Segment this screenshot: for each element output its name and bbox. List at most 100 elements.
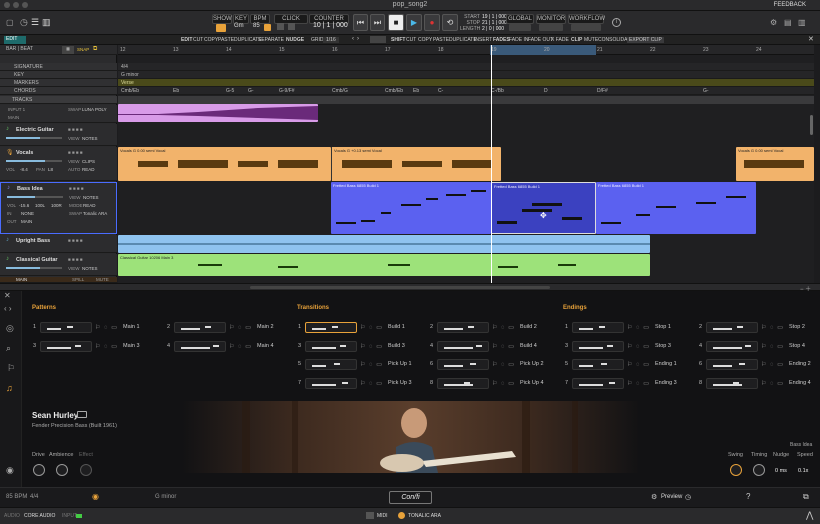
show-toggle[interactable]: [216, 24, 226, 32]
auto-value[interactable]: READ: [82, 167, 95, 172]
timeline-ruler[interactable]: 12 13 14 15 16 17 18 19 20 21 22 23 24: [118, 45, 814, 55]
ambience-knob[interactable]: [56, 464, 68, 476]
item-action-icons[interactable]: ⚐ ◌ ▭: [761, 343, 784, 350]
effect-knob[interactable]: [80, 464, 92, 476]
endings-item-8[interactable]: 8 ⚐ ◌ ▭ Ending 4: [699, 378, 819, 389]
volume-slider[interactable]: [6, 160, 62, 162]
pattern-preview[interactable]: [174, 341, 226, 352]
swap-value[interactable]: LUNA POLY: [82, 107, 107, 112]
pattern-preview[interactable]: [572, 359, 624, 370]
chord[interactable]: Cmb/Eb: [121, 88, 139, 94]
preview-gear-icon[interactable]: ⚙: [651, 493, 657, 501]
grid-select[interactable]: 1/16: [323, 37, 339, 43]
vol-value[interactable]: -8.4: [20, 167, 28, 172]
shift-left-button[interactable]: [370, 36, 386, 43]
item-action-icons[interactable]: ⚐ ◌ ▭: [492, 380, 515, 387]
pattern-preview[interactable]: [40, 322, 92, 333]
signature-lane[interactable]: 4/4: [118, 63, 814, 71]
item-action-icons[interactable]: ⚐ ◌ ▭: [627, 361, 650, 368]
chord[interactable]: Eb: [413, 88, 419, 94]
pattern-preview[interactable]: [706, 359, 758, 370]
chord[interactable]: C-: [438, 88, 443, 94]
item-action-icons[interactable]: ⚐ ◌ ▭: [360, 361, 383, 368]
copy-button[interactable]: COPY: [204, 37, 218, 43]
preview-play-icon[interactable]: ◷: [685, 493, 691, 501]
track-name[interactable]: Bass Idea: [17, 186, 43, 192]
main-name[interactable]: MAIN: [16, 277, 27, 282]
pattern-preview[interactable]: [174, 322, 226, 333]
chords-lane[interactable]: Cmb/Eb Eb G-5 G- G-9/F# Cmb/G Cmb/Eb Eb …: [118, 87, 814, 95]
audio-device[interactable]: CORE AUDIO: [24, 513, 55, 519]
item-action-icons[interactable]: ⚐ ◌ ▭: [360, 380, 383, 387]
profile-icon[interactable]: ◉: [6, 465, 14, 476]
track-buttons[interactable]: ■ ■ ■ ■: [68, 127, 83, 132]
concert-logo[interactable]: Con/fi: [389, 491, 432, 504]
item-action-icons[interactable]: ⚐ ◌ ▭: [492, 361, 515, 368]
chord[interactable]: G-5: [226, 88, 234, 94]
panel-left-icon[interactable]: ▤: [784, 18, 792, 27]
chord[interactable]: Eb: [173, 88, 179, 94]
item-action-icons[interactable]: ⚐ ◌ ▭: [229, 343, 252, 350]
pan-value[interactable]: L8: [48, 167, 53, 172]
item-action-icons[interactable]: ⚐ ◌ ▭: [627, 324, 650, 331]
pattern-preview[interactable]: [572, 322, 624, 333]
bookmark-icon[interactable]: ⚐: [7, 363, 15, 374]
vocal-clip-1[interactable]: Vocals G 0.00 semi Vocal: [118, 147, 331, 181]
insert-button[interactable]: INSERT: [474, 37, 492, 43]
transitions-item-1[interactable]: 1 ⚐ ◌ ▭ Build 1: [298, 322, 418, 333]
info-icon[interactable]: i: [612, 18, 621, 27]
synth-clip[interactable]: [118, 104, 318, 122]
endings-item-5[interactable]: 5 ⚐ ◌ ▭ Ending 1: [565, 359, 685, 370]
fade-in-button[interactable]: FADE IN: [509, 37, 528, 43]
view-value[interactable]: CLIPS: [82, 159, 95, 164]
timing-knob[interactable]: [753, 464, 765, 476]
endings-item-6[interactable]: 6 ⚐ ◌ ▭ Ending 2: [699, 359, 819, 370]
pattern-preview[interactable]: [572, 341, 624, 352]
swing-knob[interactable]: [730, 464, 742, 476]
settings-icon[interactable]: ⚙: [770, 18, 777, 27]
patterns-item-4[interactable]: 4 ⚐ ◌ ▭ Main 4: [167, 341, 287, 352]
chord[interactable]: C-/Bb: [491, 88, 504, 94]
forward-button[interactable]: ⏭: [370, 14, 385, 31]
item-action-icons[interactable]: ⚐ ◌ ▭: [492, 324, 515, 331]
bass-clip-2-selected[interactable]: Fretted Bass 6855 Build 1 ✥: [491, 182, 596, 234]
track-header-upright-bass[interactable]: ♪ Upright Bass ■ ■ ■ ■: [0, 235, 117, 253]
view-value[interactable]: NOTES: [82, 266, 98, 271]
spill-button[interactable]: SPILL: [72, 277, 84, 282]
transitions-item-2[interactable]: 2 ⚐ ◌ ▭ Build 2: [430, 322, 550, 333]
drive-knob[interactable]: [33, 464, 45, 476]
pattern-preview[interactable]: [572, 378, 624, 389]
item-action-icons[interactable]: ⚐ ◌ ▭: [95, 343, 118, 350]
shift-copy-button[interactable]: COPY: [418, 37, 432, 43]
shift-duplicate-button[interactable]: DUPLICATE: [449, 37, 477, 43]
volume-slider[interactable]: [6, 267, 62, 269]
vertical-scrollbar[interactable]: [810, 115, 813, 135]
item-action-icons[interactable]: ⚐ ◌ ▭: [229, 324, 252, 331]
pattern-preview[interactable]: [437, 378, 489, 389]
chord[interactable]: G-9/F#: [279, 88, 295, 94]
classical-guitar-clip[interactable]: Classical Guitar 10206 Main 3: [118, 254, 650, 276]
chord[interactable]: D/F#: [597, 88, 608, 94]
track-header-vocals[interactable]: 🎙 Vocals VOL -8.4 PAN L8 ■ ■ ■ ■ VIEW CL…: [0, 147, 117, 181]
paste-button[interactable]: PASTE: [218, 37, 234, 43]
volume-slider[interactable]: [7, 196, 63, 198]
pan-left-value[interactable]: 100L: [35, 203, 45, 208]
history-icon[interactable]: ◷: [20, 17, 28, 28]
workflow-controls[interactable]: [571, 24, 601, 31]
mute-button[interactable]: MUTE: [96, 277, 109, 282]
pattern-preview[interactable]: [305, 322, 357, 333]
item-action-icons[interactable]: ⚐ ◌ ▭: [761, 361, 784, 368]
sync-icon[interactable]: ◉: [92, 492, 99, 501]
track-name[interactable]: Electric Guitar: [16, 127, 54, 133]
metronome-icon[interactable]: [277, 23, 284, 30]
nudge-right-button[interactable]: ›: [357, 36, 359, 42]
players-icon[interactable]: ♫: [6, 383, 13, 393]
sidebar-toggle-icon[interactable]: ▢: [6, 18, 14, 27]
horizontal-scrollbar[interactable]: [250, 286, 550, 289]
track-buttons[interactable]: ■ ■ ■ ■: [69, 186, 84, 191]
monitor-controls[interactable]: [539, 24, 563, 31]
out-value[interactable]: MAIN: [21, 219, 32, 224]
mixer-icon[interactable]: ☰: [31, 17, 39, 28]
pattern-preview[interactable]: [706, 378, 758, 389]
search-icon[interactable]: ⌕: [6, 343, 11, 354]
